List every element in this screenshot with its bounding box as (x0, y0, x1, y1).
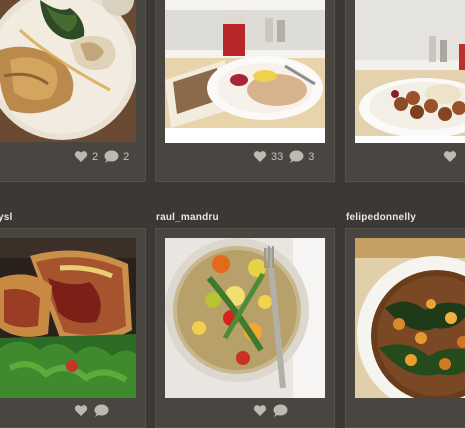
tray-meal-icon (165, 0, 325, 143)
heart-icon (253, 151, 267, 162)
username[interactable]: raul_mandru (156, 212, 219, 223)
speech-bubble-icon (273, 404, 288, 417)
post-stats (437, 150, 461, 163)
username[interactable]: ysl (0, 212, 13, 223)
meatballs-plate-icon (355, 0, 465, 143)
speech-bubble-icon (94, 404, 109, 417)
username[interactable]: felipedonnelly (346, 212, 416, 223)
like-count[interactable] (253, 404, 267, 417)
photo-card: 33 3 (155, 0, 335, 182)
plate-fish-greens-icon (0, 0, 136, 142)
heart-icon (443, 151, 457, 162)
post-stats (247, 404, 288, 417)
grain-bowl-icon (165, 238, 325, 398)
heart-icon (253, 405, 267, 416)
photo[interactable] (0, 238, 136, 398)
speech-bubble-icon (104, 150, 119, 163)
sandwich-salad-icon (0, 238, 136, 398)
photo[interactable] (0, 0, 136, 142)
comment-count[interactable] (94, 404, 109, 417)
photo-card: 2 2 (0, 0, 146, 182)
comment-count-value: 2 (123, 150, 130, 163)
speech-bubble-icon (289, 150, 304, 163)
kale-stew-bowl-icon (355, 238, 465, 398)
photo[interactable] (355, 238, 465, 398)
photo-card (345, 228, 465, 428)
comment-count[interactable] (273, 404, 288, 417)
like-count-value: 2 (92, 150, 99, 163)
like-count[interactable]: 33 (253, 150, 283, 163)
like-count[interactable] (443, 150, 461, 163)
heart-icon (74, 405, 88, 416)
post-stats (68, 404, 109, 417)
photo[interactable] (355, 0, 465, 143)
comment-count[interactable]: 3 (289, 150, 314, 163)
like-count[interactable]: 2 (74, 150, 98, 163)
photo[interactable] (165, 0, 325, 143)
photo[interactable] (165, 238, 325, 398)
comment-count-value: 3 (308, 150, 315, 163)
photo-card (0, 228, 146, 428)
like-count-value: 33 (271, 150, 284, 163)
post-stats: 2 2 (68, 150, 129, 163)
photo-card (155, 228, 335, 428)
heart-icon (74, 151, 88, 162)
like-count[interactable] (74, 404, 88, 417)
comment-count[interactable]: 2 (104, 150, 129, 163)
photo-card (345, 0, 465, 182)
post-stats: 33 3 (247, 150, 314, 163)
